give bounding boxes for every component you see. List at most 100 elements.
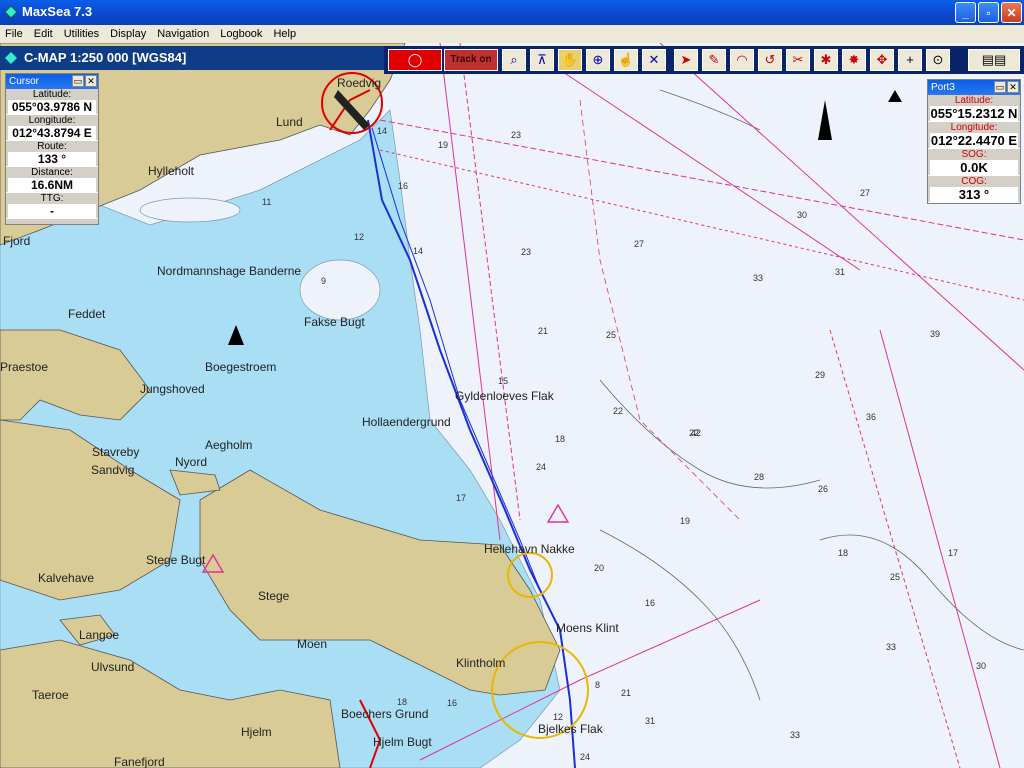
label-kalvehave: Kalvehave — [38, 571, 94, 585]
label-praestoe: Praestoe — [0, 360, 48, 374]
svg-text:15: 15 — [498, 376, 508, 386]
port-lat-value: 055°15.2312 N — [930, 106, 1018, 121]
title-bar: MaxSea 7.3 _ ▫ ✕ — [0, 0, 1024, 25]
menu-navigation[interactable]: Navigation — [152, 25, 215, 42]
cursor-panel: Cursor ▭ ✕ Latitude: 055°03.9786 N Longit… — [5, 73, 99, 225]
zoom-icon[interactable]: ⌕ — [502, 49, 526, 71]
cursor-lon-value: 012°43.8794 E — [8, 126, 96, 140]
pan-icon[interactable]: ☝ — [614, 49, 638, 71]
port-lon-value: 012°22.4470 E — [930, 133, 1018, 148]
svg-text:14: 14 — [413, 246, 423, 256]
svg-text:9: 9 — [321, 276, 326, 286]
track-on-button[interactable]: Track on — [444, 49, 498, 71]
maximize-button[interactable]: ▫ — [978, 2, 999, 23]
menu-utilities[interactable]: Utilities — [59, 25, 105, 42]
menu-edit[interactable]: Edit — [29, 25, 59, 42]
svg-text:18: 18 — [397, 697, 407, 707]
svg-text:24: 24 — [536, 462, 546, 472]
label-moensklint: Moens Klint — [556, 621, 619, 635]
svg-text:22: 22 — [689, 428, 699, 438]
record-icon[interactable]: ◯ — [388, 49, 442, 71]
nautical-chart[interactable]: Roedvig Lund Hylleholt Fjord Nordmannsha… — [0, 43, 1024, 768]
label-hjelm: Hjelm — [241, 725, 272, 739]
label-hellehavn: Hellehavn Nakke — [484, 542, 575, 556]
waypoint-icon[interactable]: ✱ — [814, 49, 838, 71]
pointer-icon[interactable]: ➤ — [674, 49, 698, 71]
label-moen: Moen — [297, 637, 327, 651]
label-sandvig: Sandvig — [91, 463, 134, 477]
minimize-button[interactable]: _ — [955, 2, 976, 23]
scissors-icon[interactable]: ✂ — [786, 49, 810, 71]
center-icon[interactable]: ⊙ — [926, 49, 950, 71]
cursor-ttg-value: - — [8, 204, 96, 218]
window-title: MaxSea 7.3 — [22, 4, 93, 19]
move-icon[interactable]: ✥ — [870, 49, 894, 71]
cursor-lon-label: Longitude: — [28, 115, 76, 126]
label-stegebugt: Stege Bugt — [146, 553, 206, 567]
label-gyldenloeves: Gyldenloeves Flak — [455, 389, 555, 403]
label-roedvig: Roedvig — [337, 76, 381, 90]
menu-help[interactable]: Help — [268, 25, 302, 42]
cmap-icon — [5, 52, 17, 64]
svg-text:22: 22 — [613, 406, 623, 416]
label-boechers: Boechers Grund — [341, 707, 428, 721]
windows-icon[interactable]: ▤▤ — [968, 49, 1020, 71]
target-icon[interactable]: ⊕ — [586, 49, 610, 71]
panel-minimize-icon[interactable]: ▭ — [72, 75, 84, 87]
svg-text:27: 27 — [860, 188, 870, 198]
mark-icon[interactable]: ✸ — [842, 49, 866, 71]
chart-scale-label: C-MAP 1:250 000 [WGS84] — [24, 50, 187, 65]
close-button[interactable]: ✕ — [1001, 2, 1022, 23]
svg-text:17: 17 — [456, 493, 466, 503]
menu-file[interactable]: File — [0, 25, 29, 42]
panel-minimize-icon[interactable]: ▭ — [994, 81, 1006, 93]
cursor-distance-label: Distance: — [31, 167, 73, 178]
port-sog-value: 0.0K — [930, 160, 1018, 175]
svg-text:30: 30 — [797, 210, 807, 220]
svg-text:29: 29 — [815, 370, 825, 380]
label-stavreby: Stavreby — [92, 445, 139, 459]
svg-text:17: 17 — [948, 548, 958, 558]
svg-text:18: 18 — [555, 434, 565, 444]
svg-text:31: 31 — [835, 267, 845, 277]
hand-icon[interactable]: ✋ — [558, 49, 582, 71]
label-nyord: Nyord — [175, 455, 207, 469]
pencil-icon[interactable]: ✎ — [702, 49, 726, 71]
svg-text:20: 20 — [594, 563, 604, 573]
label-lund: Lund — [276, 115, 303, 129]
label-hjelmbugt: Hjelm Bugt — [373, 735, 432, 749]
port3-panel-title: Port3 — [931, 82, 955, 93]
chart-canvas[interactable]: Roedvig Lund Hylleholt Fjord Nordmannsha… — [0, 43, 1024, 768]
svg-text:33: 33 — [886, 642, 896, 652]
port-cog-label: COG: — [961, 176, 987, 187]
undo-icon[interactable]: ↺ — [758, 49, 782, 71]
plus-icon[interactable]: + — [898, 49, 922, 71]
cursor-lat-value: 055°03.9786 N — [8, 100, 96, 114]
maxsea-app-icon — [4, 5, 18, 19]
panel-close-icon[interactable]: ✕ — [85, 75, 97, 87]
svg-text:27: 27 — [634, 239, 644, 249]
label-taeroe: Taeroe — [32, 688, 69, 702]
arc-icon[interactable]: ◠ — [730, 49, 754, 71]
svg-text:12: 12 — [354, 232, 364, 242]
menu-bar: File Edit Utilities Display Navigation Logboo… — [0, 25, 1024, 43]
svg-text:8: 8 — [595, 680, 600, 690]
svg-text:23: 23 — [511, 130, 521, 140]
measure-icon[interactable]: ✕ — [642, 49, 666, 71]
port-cog-value: 313 ° — [930, 187, 1018, 202]
svg-text:18: 18 — [838, 548, 848, 558]
label-fanoe: Fanefjord — [114, 755, 165, 768]
label-bjelkes: Bjelkes Flak — [538, 722, 604, 736]
svg-text:24: 24 — [580, 752, 590, 762]
compass-icon[interactable]: ⊼ — [530, 49, 554, 71]
cursor-route-value: 133 ° — [8, 152, 96, 166]
menu-display[interactable]: Display — [105, 25, 152, 42]
svg-text:23: 23 — [521, 247, 531, 257]
cursor-lat-label: Latitude: — [32, 89, 72, 100]
menu-logbook[interactable]: Logbook — [215, 25, 268, 42]
svg-text:31: 31 — [645, 716, 655, 726]
svg-text:33: 33 — [790, 730, 800, 740]
svg-text:16: 16 — [447, 698, 457, 708]
svg-text:33: 33 — [753, 273, 763, 283]
panel-close-icon[interactable]: ✕ — [1007, 81, 1019, 93]
